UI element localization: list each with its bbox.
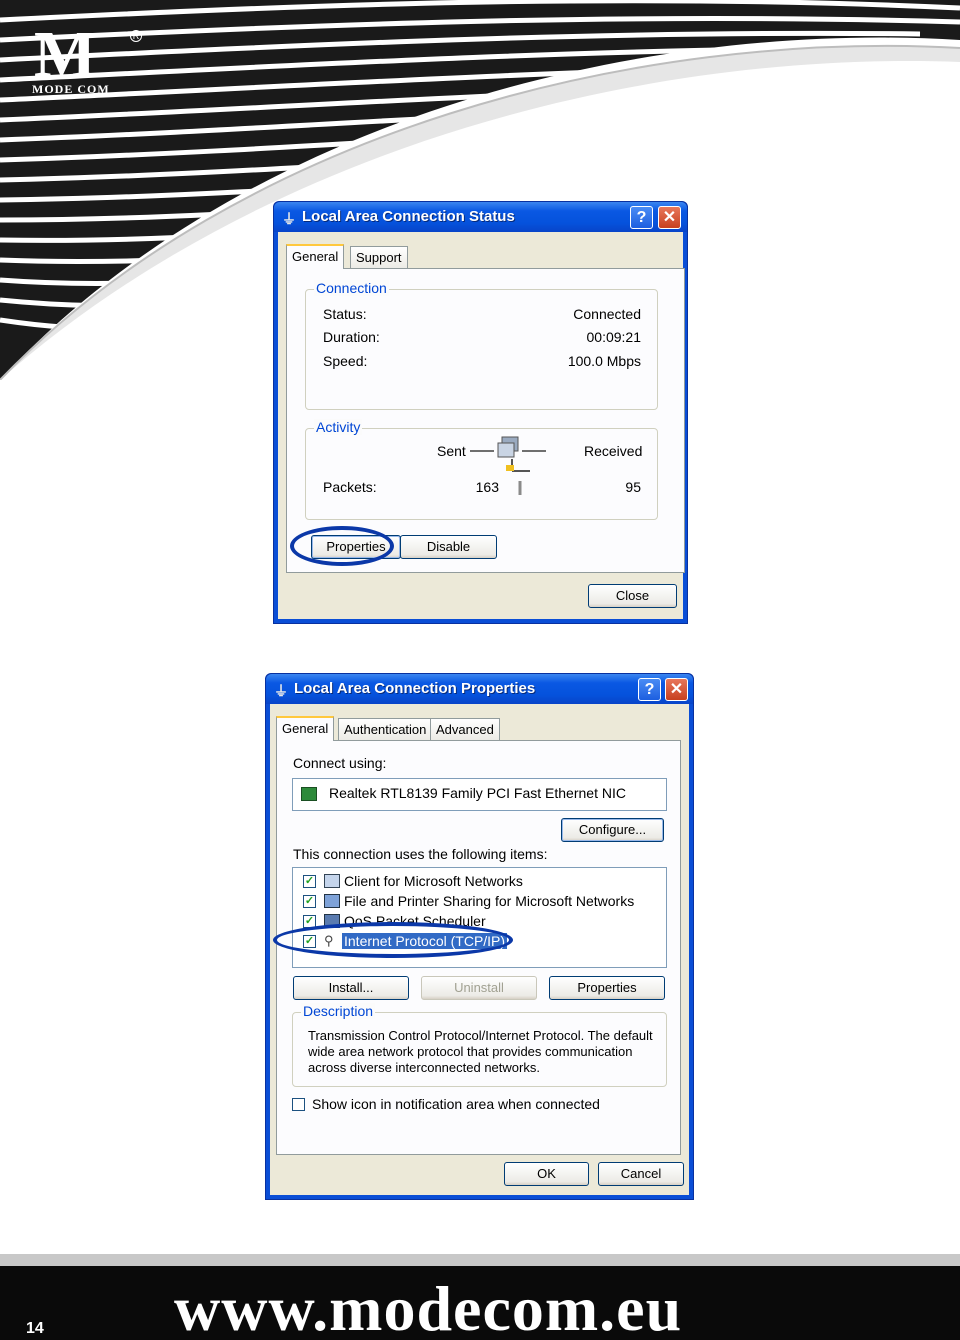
duration-value: 00:09:21 xyxy=(586,329,642,345)
item-checkbox[interactable]: ✓ xyxy=(303,875,316,888)
status-dialog: ⏚ Local Area Connection Status ? ✕ Gener… xyxy=(273,201,688,624)
registered-mark: R xyxy=(130,30,142,42)
logo-letter: M xyxy=(34,18,97,91)
activity-group: Activity Sent Received Packets: 163 95 xyxy=(305,419,658,520)
website-url: www.modecom.eu xyxy=(174,1273,683,1340)
properties-dialog: ⏚ Local Area Connection Properties ? ✕ G… xyxy=(265,673,694,1200)
received-label: Received xyxy=(584,443,643,459)
description-group-title: Description xyxy=(301,1003,376,1019)
cancel-button[interactable]: Cancel xyxy=(598,1162,684,1186)
connect-using-label: Connect using: xyxy=(293,755,387,771)
description-line: across diverse interconnected networks. xyxy=(308,1060,540,1075)
show-icon-checkbox[interactable] xyxy=(292,1098,305,1111)
install-button[interactable]: Install... xyxy=(293,976,409,1000)
tab-authentication[interactable]: Authentication xyxy=(338,718,433,740)
adapter-field: Realtek RTL8139 Family PCI Fast Ethernet… xyxy=(292,778,667,811)
tab-support[interactable]: Support xyxy=(350,246,408,268)
properties-dialog-titlebar[interactable]: ⏚ Local Area Connection Properties ? ✕ xyxy=(266,674,693,704)
uninstall-button: Uninstall xyxy=(421,976,537,1000)
packets-received-value: 95 xyxy=(625,479,641,495)
activity-group-title: Activity xyxy=(314,419,363,435)
connection-group-title: Connection xyxy=(314,280,389,296)
configure-button[interactable]: Configure... xyxy=(561,818,664,842)
tab-advanced[interactable]: Advanced xyxy=(430,718,500,740)
footer-divider xyxy=(0,1254,960,1266)
status-general-panel: Connection Status: Connected Duration: 0… xyxy=(286,268,685,573)
close-button[interactable]: Close xyxy=(588,584,677,608)
item-label: File and Printer Sharing for Microsoft N… xyxy=(344,893,635,909)
properties-highlight-ring xyxy=(290,526,394,566)
speed-label: Speed: xyxy=(323,353,368,369)
status-dialog-client: General Support Connection Status: Conne… xyxy=(278,232,685,619)
status-dialog-title: Local Area Connection Status xyxy=(302,208,515,225)
item-checkbox[interactable]: ✓ xyxy=(303,895,316,908)
disable-button[interactable]: Disable xyxy=(400,535,497,559)
duration-label: Duration: xyxy=(323,329,380,345)
status-value: Connected xyxy=(573,306,641,322)
sent-label: Sent xyxy=(437,443,466,459)
properties-general-panel: Connect using: Realtek RTL8139 Family PC… xyxy=(273,740,681,1155)
description-group: Description Transmission Control Protoco… xyxy=(292,1003,667,1087)
items-label: This connection uses the following items… xyxy=(293,846,548,862)
close-window-button[interactable]: ✕ xyxy=(658,206,681,229)
page-number: 14 xyxy=(26,1320,44,1337)
item-properties-button[interactable]: Properties xyxy=(549,976,665,1000)
list-item[interactable]: ✓ File and Printer Sharing for Microsoft… xyxy=(293,892,663,912)
file-sharing-icon xyxy=(324,894,340,908)
speed-value: 100.0 Mbps xyxy=(567,353,641,369)
modecom-logo: M R MODE COM xyxy=(30,22,142,98)
help-button[interactable]: ? xyxy=(638,678,661,701)
logo-text: MODE COM xyxy=(32,82,110,96)
footer: 14 www.modecom.eu xyxy=(0,1266,960,1340)
ok-button[interactable]: OK xyxy=(504,1162,589,1186)
network-card-icon xyxy=(301,787,317,801)
connection-group: Connection Status: Connected Duration: 0… xyxy=(305,280,658,410)
show-icon-label: Show icon in notification area when conn… xyxy=(312,1096,600,1112)
packets-sent-value: 163 xyxy=(475,479,499,495)
help-button[interactable]: ? xyxy=(630,206,653,229)
properties-dialog-client: General Authentication Advanced Connect … xyxy=(270,704,689,1195)
packets-label: Packets: xyxy=(323,479,377,495)
description-line: Transmission Control Protocol/Internet P… xyxy=(308,1028,653,1043)
tab-general[interactable]: General xyxy=(276,716,335,741)
list-item[interactable]: ✓ Client for Microsoft Networks xyxy=(293,872,663,892)
close-window-button[interactable]: ✕ xyxy=(665,678,688,701)
network-client-icon xyxy=(324,874,340,888)
tcpip-highlight-ring xyxy=(273,922,513,958)
network-icon: ⏚ xyxy=(274,683,288,699)
adapter-name: Realtek RTL8139 Family PCI Fast Ethernet… xyxy=(329,785,626,801)
status-dialog-titlebar[interactable]: ⏚ Local Area Connection Status ? ✕ xyxy=(274,202,687,232)
tab-general[interactable]: General xyxy=(286,244,345,269)
item-label: Client for Microsoft Networks xyxy=(344,873,523,889)
status-label: Status: xyxy=(323,306,367,322)
network-icon: ⏚ xyxy=(282,211,296,227)
properties-dialog-title: Local Area Connection Properties xyxy=(294,680,536,697)
description-line: wide area network protocol that provides… xyxy=(308,1044,633,1059)
